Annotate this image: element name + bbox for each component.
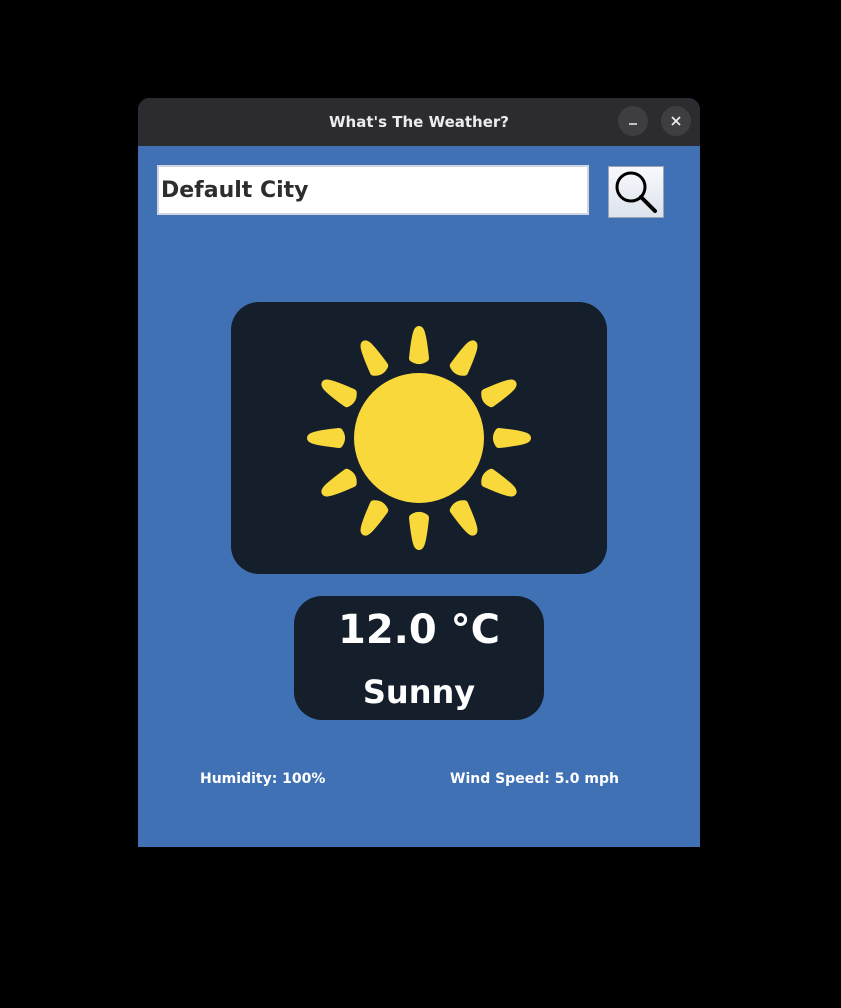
close-icon (671, 116, 681, 126)
sun-icon (307, 326, 531, 550)
app-window: What's The Weather? 12.0 °C Sunny (138, 98, 700, 847)
wind-speed-label: Wind Speed: 5.0 mph (450, 771, 619, 787)
minimize-button[interactable] (618, 106, 648, 136)
sun-ray (493, 428, 531, 448)
search-icon (615, 171, 657, 213)
sun-ray (449, 500, 478, 536)
minimize-icon (629, 123, 637, 125)
sun-ray (321, 379, 357, 408)
sun-ray (321, 468, 357, 497)
sun-ray (449, 340, 478, 376)
sun-ray (360, 340, 389, 376)
weather-condition: Sunny (362, 673, 476, 711)
sun-ray (481, 379, 517, 408)
main-content: 12.0 °C Sunny Humidity: 100% Wind Speed:… (138, 146, 700, 847)
sun-ray (409, 326, 429, 364)
temperature-panel: 12.0 °C Sunny (294, 596, 544, 720)
window-title: What's The Weather? (329, 113, 509, 131)
sun-ray (481, 468, 517, 497)
temperature-value: 12.0 °C (338, 607, 500, 653)
city-search-input[interactable] (157, 165, 589, 215)
search-button[interactable] (608, 166, 664, 218)
title-bar[interactable]: What's The Weather? (138, 98, 700, 146)
sun-ray (409, 512, 429, 550)
sun-ray (360, 500, 389, 536)
humidity-label: Humidity: 100% (200, 771, 326, 787)
sun-ray (307, 428, 345, 448)
sun-core (354, 373, 484, 503)
weather-icon-panel (231, 302, 607, 574)
close-button[interactable] (661, 106, 691, 136)
